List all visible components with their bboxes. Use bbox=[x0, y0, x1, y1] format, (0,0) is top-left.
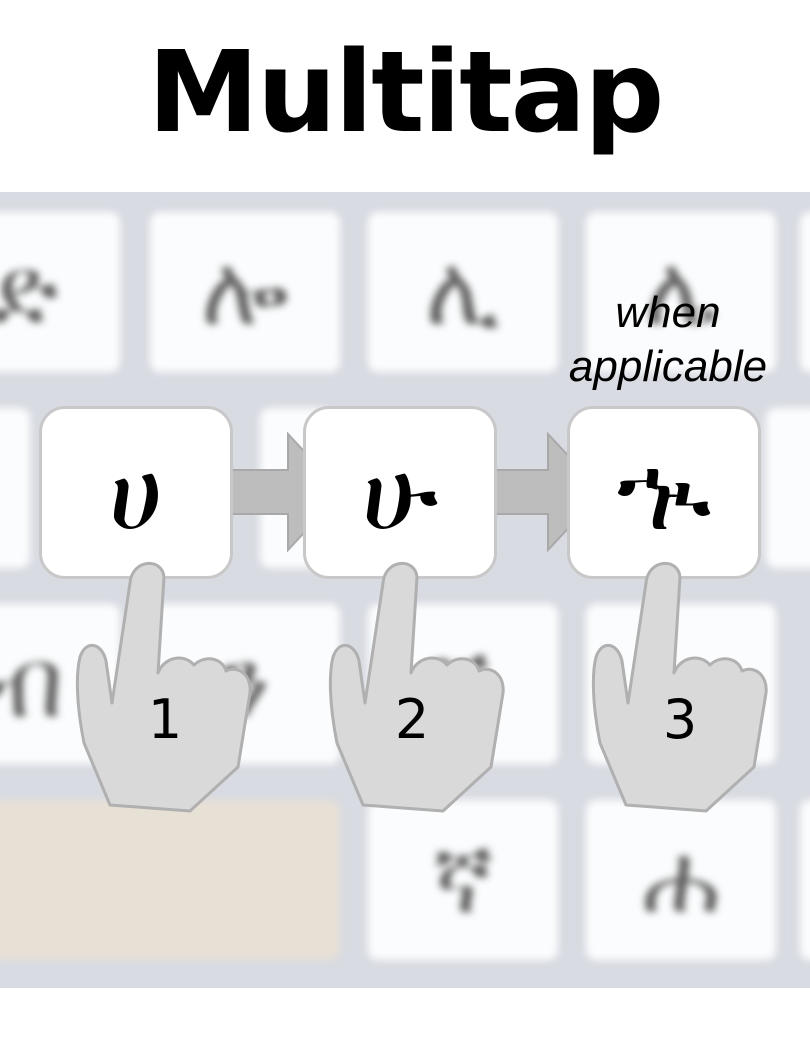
note-line-2: applicable bbox=[568, 342, 768, 391]
step-number-3: 3 bbox=[662, 688, 698, 751]
background-key: ሐ bbox=[586, 800, 776, 960]
background-key: ድ bbox=[0, 212, 120, 372]
spacebar bbox=[0, 800, 340, 960]
page-title: Multitap bbox=[147, 28, 665, 158]
background-key: ኛ bbox=[368, 800, 558, 960]
background-key bbox=[800, 800, 810, 960]
note-line-1: when bbox=[615, 288, 721, 337]
background-key bbox=[800, 212, 810, 372]
background-key bbox=[766, 408, 810, 568]
step-number-1: 1 bbox=[147, 688, 183, 751]
background-key: ሎ bbox=[150, 212, 340, 372]
background-key bbox=[0, 408, 30, 568]
applicability-note: when applicable bbox=[548, 286, 788, 394]
pointing-hand-icon bbox=[328, 561, 505, 813]
pointing-hand-icon bbox=[75, 561, 252, 813]
step-number-2: 2 bbox=[394, 688, 430, 751]
background-key: ሊ bbox=[368, 212, 558, 372]
pointing-hand-icon bbox=[591, 561, 768, 813]
